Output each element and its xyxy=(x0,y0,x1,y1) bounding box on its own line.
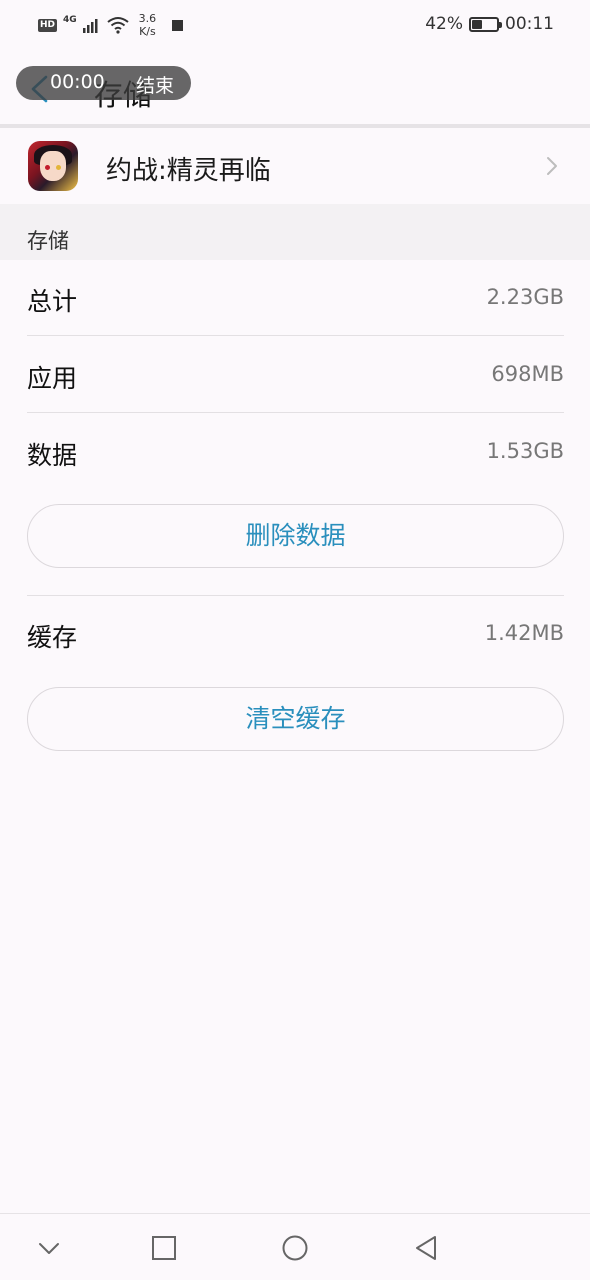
speed-unit: K/s xyxy=(139,25,156,38)
cache-value: 1.42MB xyxy=(484,621,564,645)
recents-square-icon[interactable] xyxy=(150,1234,178,1262)
speed-value: 3.6 xyxy=(138,12,157,25)
app-icon-face xyxy=(40,151,66,181)
battery-fill xyxy=(472,19,483,29)
cache-row: 缓存 1.42MB xyxy=(27,596,564,672)
battery-percent: 42% xyxy=(425,14,463,34)
back-triangle-icon[interactable] xyxy=(412,1234,440,1262)
app-name: 约战:精灵再临 xyxy=(106,156,271,186)
wifi-icon xyxy=(107,17,129,34)
storage-section-header: 存储 xyxy=(0,204,590,260)
data-row: 数据 1.53GB xyxy=(27,414,564,490)
app-size-row: 应用 698MB xyxy=(27,337,564,413)
total-row: 总计 2.23GB xyxy=(27,260,564,336)
screen-recording-pill[interactable]: 00:00 结束 xyxy=(16,66,191,100)
signal-icon xyxy=(82,19,98,33)
chevron-right-icon xyxy=(547,157,557,175)
total-value: 2.23GB xyxy=(486,285,564,309)
battery-icon xyxy=(469,16,502,32)
chevron-down-icon[interactable] xyxy=(35,1234,63,1262)
status-right: 42% 00:11 xyxy=(425,14,554,34)
recording-time: 00:00 xyxy=(50,71,105,93)
status-left: HD 4G 3.6 K/s xyxy=(38,12,184,38)
clock: 00:11 xyxy=(505,14,554,34)
data-value: 1.53GB xyxy=(486,439,564,463)
app-size-value: 698MB xyxy=(491,362,564,386)
clear-cache-button[interactable]: 清空缓存 xyxy=(27,687,564,751)
network-type: 4G xyxy=(63,15,77,25)
data-label: 数据 xyxy=(27,441,78,470)
total-label: 总计 xyxy=(27,287,78,316)
cache-label: 缓存 xyxy=(27,623,78,652)
hd-badge: HD xyxy=(38,18,58,32)
app-icon xyxy=(28,141,78,191)
delete-data-button[interactable]: 删除数据 xyxy=(27,504,564,568)
status-bar: HD 4G 3.6 K/s 42% 00:11 xyxy=(0,0,590,50)
app-info-row[interactable]: 约战:精灵再临 xyxy=(0,128,590,204)
network-speed: 3.6 K/s xyxy=(139,12,157,38)
app-icon-eye-right xyxy=(56,165,61,170)
navigation-bar xyxy=(0,1213,590,1280)
app-header: 存储 00:00 结束 xyxy=(0,50,590,126)
section-title: 存储 xyxy=(27,229,69,253)
home-circle-icon[interactable] xyxy=(281,1234,309,1262)
notification-icon xyxy=(172,19,184,31)
recording-end-button[interactable]: 结束 xyxy=(136,71,174,98)
app-icon-eye-left xyxy=(45,165,50,170)
app-size-label: 应用 xyxy=(27,364,78,393)
